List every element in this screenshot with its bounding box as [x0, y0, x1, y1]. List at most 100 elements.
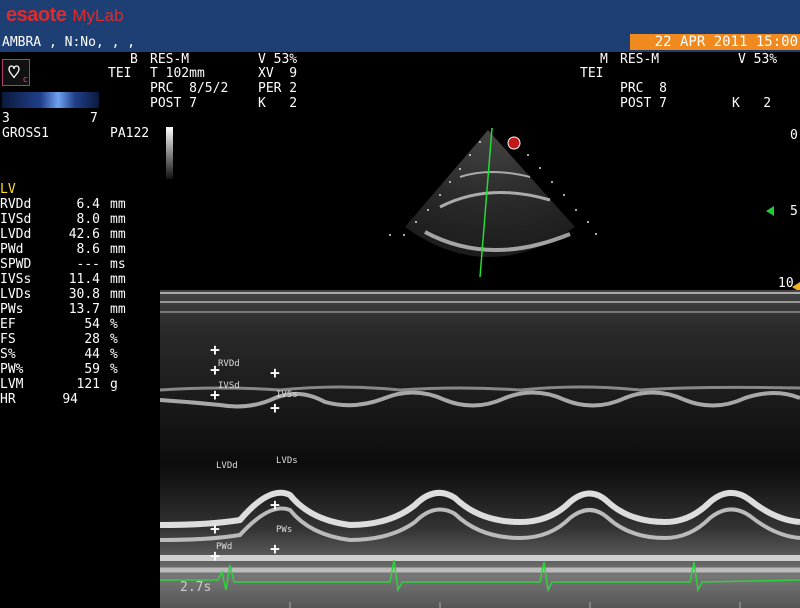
- scale-low: 3: [2, 111, 10, 126]
- gain-label: GROSS1: [2, 126, 49, 141]
- measurement-row: LVDd 42.6 mm: [0, 227, 126, 242]
- measurement-row: LVM 121 g: [0, 377, 118, 392]
- caliper-label-pws: PWs: [276, 525, 293, 535]
- measurement-value: 11.4: [68, 272, 100, 287]
- b-per: PER 2: [258, 81, 298, 96]
- measurement-name: LVDs: [0, 287, 32, 302]
- measurement-unit: mm: [110, 302, 126, 317]
- measurement-value: 8.0: [76, 212, 100, 227]
- product-name: MyLab: [72, 6, 124, 25]
- m-volume: V 53%: [738, 52, 778, 67]
- b-xv: XV 9: [258, 66, 298, 81]
- caliper-label-lvdd: LVDd: [216, 461, 238, 471]
- measurement-value: 13.7: [68, 302, 100, 317]
- b-mode-label: B: [130, 52, 138, 67]
- caliper-cross[interactable]: +: [268, 541, 282, 557]
- measurement-row: FS 28%: [0, 332, 118, 347]
- measurement-unit: ms: [110, 257, 126, 272]
- brand-name: esaote: [6, 4, 67, 26]
- b-preset: RES-M: [150, 52, 190, 67]
- measurement-name: FS: [0, 332, 16, 347]
- caliper-cross[interactable]: +: [208, 342, 222, 358]
- measurement-unit: %: [110, 347, 118, 362]
- measurement-unit: mm: [110, 242, 126, 257]
- scale-high: 7: [90, 111, 98, 126]
- caliper-cross[interactable]: +: [208, 548, 222, 564]
- m-tei: TEI: [580, 66, 604, 81]
- caliper-cross[interactable]: +: [208, 362, 222, 378]
- gray-scale-bar: [166, 127, 173, 179]
- sweep-speed: 2.7s: [180, 580, 212, 595]
- measurement-name: IVSd: [0, 212, 32, 227]
- measurement-name: PWd: [0, 242, 24, 257]
- measurement-row: EF 54%: [0, 317, 118, 332]
- patient-info: AMBRA , N:No, , ,: [2, 35, 136, 50]
- b-k: K 2: [258, 96, 298, 111]
- m-k: K 2: [732, 96, 772, 111]
- measurement-name: HR: [0, 392, 16, 407]
- measurement-unit: %: [110, 362, 118, 377]
- measurement-value: 28: [84, 332, 100, 347]
- measurement-unit: g: [110, 377, 118, 392]
- measurement-row: S% 44%: [0, 347, 118, 362]
- m-prc: PRC 8: [620, 81, 667, 96]
- measurement-name: RVDd: [0, 197, 32, 212]
- measurement-row: SPWD --- ms: [0, 257, 126, 272]
- caliper-cross[interactable]: +: [268, 497, 282, 513]
- m-mode-label: M: [600, 52, 608, 67]
- measurement-value: 121: [76, 377, 100, 392]
- depth-mark-5: 5: [790, 204, 798, 219]
- measurement-row: PWs 13.7 mm: [0, 302, 126, 317]
- measurement-unit: %: [110, 317, 118, 332]
- measurement-name: PWs: [0, 302, 24, 317]
- measurement-unit: mm: [110, 197, 126, 212]
- measurement-name: EF: [0, 317, 16, 332]
- measurement-value: 30.8: [68, 287, 100, 302]
- caliper-cross[interactable]: +: [268, 400, 282, 416]
- b-prc: PRC 8/5/2: [150, 81, 229, 96]
- measurement-name: SPWD: [0, 257, 32, 272]
- color-map-bar: [2, 92, 99, 108]
- measurement-unit: %: [110, 332, 118, 347]
- probe-icon[interactable]: c: [2, 59, 30, 86]
- measurement-value: 6.4: [76, 197, 100, 212]
- measurement-name: LVDd: [0, 227, 32, 242]
- measurement-name: S%: [0, 347, 16, 362]
- m-mode-trace: [160, 290, 800, 608]
- caliper-cross[interactable]: +: [208, 387, 222, 403]
- measurement-value: 44: [84, 347, 100, 362]
- measurement-unit: mm: [110, 227, 126, 242]
- measurement-row: IVSd 8.0 mm: [0, 212, 126, 227]
- measurement-row: LVDs 30.8 mm: [0, 287, 126, 302]
- depth-mark-0: 0: [790, 128, 798, 143]
- measurement-title: LV: [0, 182, 16, 197]
- b-depth: T 102mm: [150, 66, 205, 81]
- b-tei: TEI: [108, 66, 132, 81]
- measurement-name: IVSs: [0, 272, 32, 287]
- measurement-row: RVDd 6.4 mm: [0, 197, 126, 212]
- caliper-label-lvds: LVDs: [276, 456, 298, 466]
- measurement-row: IVSs 11.4 mm: [0, 272, 126, 287]
- measurement-panel: LV RVDd 6.4 mm IVSd 8.0 mm LVDd 42.6 mm PWd 8.6 mm S…: [0, 182, 126, 407]
- measurement-value: 54: [84, 317, 100, 332]
- measurement-row: HR 94: [0, 392, 78, 407]
- measurement-value: 59: [84, 362, 100, 377]
- focus-marker-icon: [766, 206, 774, 216]
- measurement-unit: mm: [110, 287, 126, 302]
- measurement-name: PW%: [0, 362, 24, 377]
- probe-model: PA122: [110, 126, 150, 141]
- b-mode-sector-image: [389, 127, 597, 278]
- b-volume: V 53%: [258, 52, 298, 67]
- measurement-value: 8.6: [76, 242, 100, 257]
- measurement-unit: mm: [110, 212, 126, 227]
- exam-datetime: 22 APR 2011 15:00: [630, 34, 800, 50]
- b-post: POST 7: [150, 96, 197, 111]
- measurement-value: ---: [76, 257, 100, 272]
- measurement-value: 42.6: [68, 227, 100, 242]
- caliper-cross[interactable]: +: [208, 521, 222, 537]
- measurement-row: PWd 8.6 mm: [0, 242, 126, 257]
- caliper-cross[interactable]: +: [268, 365, 282, 381]
- m-preset: RES-M: [620, 52, 660, 67]
- m-post: POST 7: [620, 96, 667, 111]
- measurement-unit: mm: [110, 272, 126, 287]
